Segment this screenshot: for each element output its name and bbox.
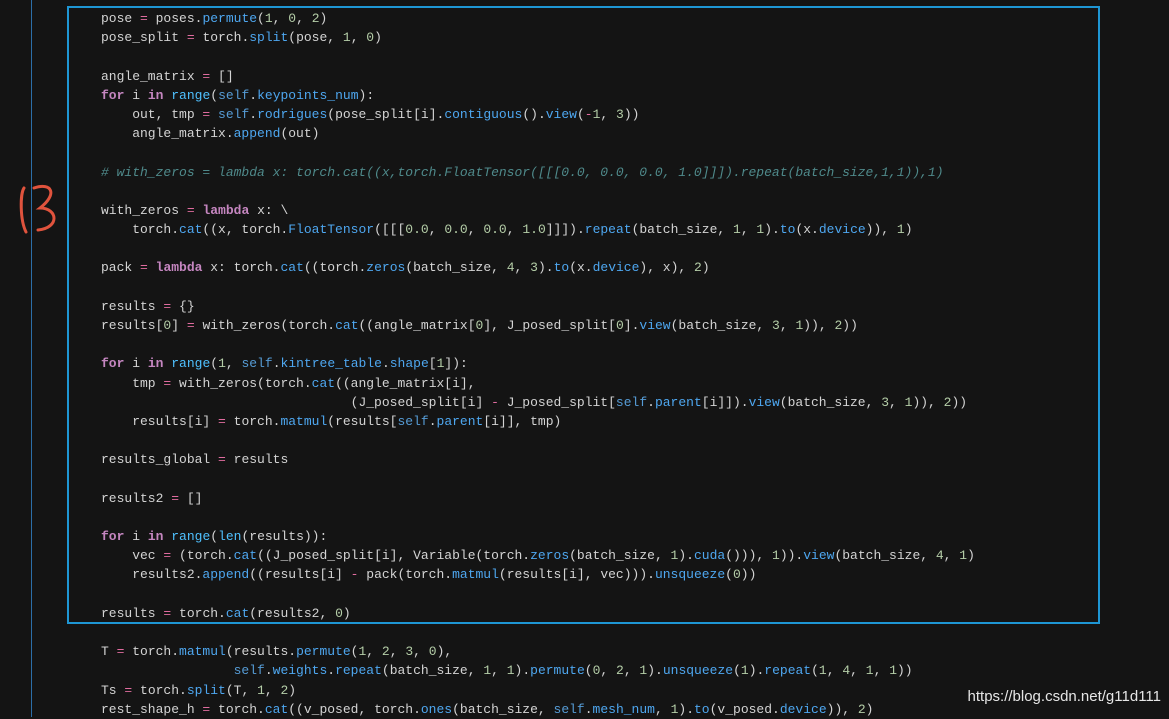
- code-line: pose = poses.permute(1, 0, 2): [101, 11, 328, 26]
- code-line: ​: [101, 278, 975, 297]
- code-line: Ts = torch.split(T, 1, 2): [101, 682, 297, 698]
- handwritten-annotation-icon: [14, 180, 66, 240]
- watermark: https://blog.csdn.net/g11d111: [967, 688, 1161, 705]
- code-line: ​: [101, 182, 975, 201]
- code-line: results2.append((results[i] - pack(torch…: [101, 567, 757, 583]
- code-line: tmp = with_zeros(torch.cat((angle_matrix…: [101, 375, 476, 391]
- code-line: self.weights.repeat(batch_size, 1, 1).pe…: [233, 663, 913, 679]
- code-line: results_global = results: [101, 452, 289, 468]
- code-line: for i in range(1, self.kintree_table.sha…: [101, 356, 468, 372]
- code-line: angle_matrix = []: [101, 68, 234, 84]
- code-line: results2 = []: [101, 490, 203, 506]
- code-line: for i in range(len(results)):: [101, 529, 328, 545]
- code-line: pose_split = torch.split(pose, 1, 0): [101, 30, 382, 46]
- code-line: results[0] = with_zeros(torch.cat((angle…: [101, 318, 858, 333]
- code-line: rest_shape_h = torch.cat((v_posed, torch…: [101, 701, 874, 717]
- code-line: ​: [101, 431, 975, 450]
- code-line: (J_posed_split[i] - J_posed_split[self.p…: [101, 394, 968, 410]
- code-line: results[i] = torch.matmul(results[self.p…: [101, 413, 562, 429]
- code-line: T = torch.matmul(results.permute(1, 2, 3…: [101, 644, 453, 660]
- code-line: results = torch.cat(results2, 0): [101, 605, 351, 621]
- code-line: vec = (torch.cat((J_posed_split[i], Vari…: [101, 548, 975, 564]
- code-line: ​: [101, 335, 975, 354]
- code-line: for i in range(self.keypoints_num):: [101, 87, 375, 103]
- code-line: angle_matrix.append(out): [101, 126, 320, 142]
- code-line: pack = lambda x: torch.cat((torch.zeros(…: [101, 260, 710, 276]
- code-line: out, tmp = self.rodrigues(pose_split[i].…: [101, 106, 640, 122]
- code-line: torch.cat((x, torch.FloatTensor([[[0.0, …: [101, 222, 913, 238]
- code-line: ​: [101, 585, 975, 604]
- code-editor[interactable]: pose = poses.permute(1, 0, 2) pose_split …: [101, 9, 975, 719]
- code-line: ​: [101, 623, 975, 642]
- code-line: ​: [101, 239, 975, 258]
- code-line: # with_zeros = lambda x: torch.cat((x,to…: [101, 164, 944, 180]
- editor-gutter-line: [31, 0, 32, 717]
- code-line: with_zeros = lambda x: \: [101, 202, 289, 218]
- code-line: ​: [101, 47, 975, 66]
- code-line: results = {}: [101, 298, 195, 314]
- code-line: ​: [101, 470, 975, 489]
- code-line: ​: [101, 143, 975, 162]
- code-line: ​: [101, 508, 975, 527]
